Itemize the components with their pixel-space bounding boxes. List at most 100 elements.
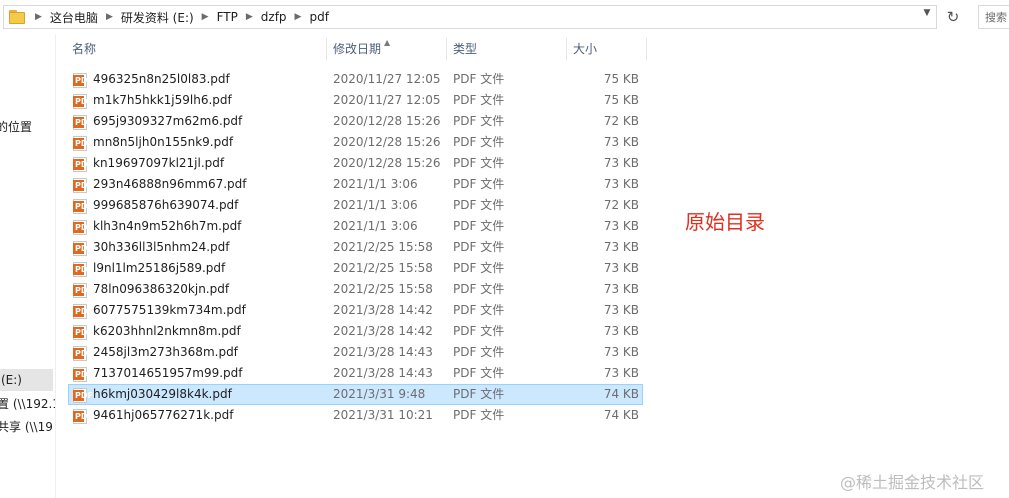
file-row[interactable]: PDF 30h336ll3l5nhm24.pdf 2021/2/25 15:58 PD… — [68, 237, 643, 258]
column-divider[interactable] — [566, 38, 567, 60]
pdf-badge-label: PDF — [75, 412, 93, 421]
column-header-size[interactable]: 大小 — [573, 34, 597, 64]
pdf-file-icon: PDF — [73, 73, 93, 88]
column-divider[interactable] — [446, 38, 447, 60]
file-row[interactable]: PDF 6077575139km734m.pdf 2021/3/28 14:42 PD… — [68, 300, 643, 321]
chevron-down-icon[interactable]: ▼ — [920, 6, 934, 20]
file-name: 7137014651957m99.pdf — [93, 366, 243, 380]
search-input[interactable] — [979, 6, 1009, 28]
file-row[interactable]: PDF k6203hhnl2nkmn8m.pdf 2021/3/28 14:42 PD… — [68, 321, 643, 342]
chevron-right-icon[interactable]: ▶ — [106, 12, 113, 22]
file-type: PDF 文件 — [453, 156, 505, 170]
watermark: @稀土掘金技术社区 — [840, 473, 985, 492]
pdf-badge-label: PDF — [75, 160, 93, 169]
chevron-right-icon[interactable]: ▶ — [246, 12, 253, 22]
file-row[interactable]: PDF l9nl1lm25186j589.pdf 2021/2/25 15:58 PD… — [68, 258, 643, 279]
file-name: 30h336ll3l5nhm24.pdf — [93, 240, 230, 254]
file-type: PDF 文件 — [453, 72, 505, 86]
file-type: PDF 文件 — [453, 135, 505, 149]
file-row[interactable]: PDF 999685876h639074.pdf 2021/1/1 3:06 PDF … — [68, 195, 643, 216]
pdf-file-icon: PDF — [73, 304, 93, 319]
file-size: 72 KB — [603, 198, 639, 212]
file-row[interactable]: PDF klh3n4n9m52h6h7m.pdf 2021/1/1 3:06 PDF … — [68, 216, 643, 237]
pdf-file-icon: PDF — [73, 157, 93, 172]
file-date: 2021/1/1 3:06 — [333, 198, 418, 212]
column-header-name[interactable]: 名称 — [72, 34, 96, 64]
file-row[interactable]: PDF 2458jl3m273h368m.pdf 2021/3/28 14:43 PD… — [68, 342, 643, 363]
file-name: 999685876h639074.pdf — [93, 198, 239, 212]
file-date: 2021/3/28 14:42 — [333, 303, 433, 317]
breadcrumb-drive[interactable]: 研发资料 (E:) — [121, 9, 194, 26]
pdf-file-icon: PDF — [73, 220, 93, 235]
pdf-file-icon: PDF — [73, 115, 93, 130]
pdf-file-icon: PDF — [73, 325, 93, 340]
file-type: PDF 文件 — [453, 198, 505, 212]
breadcrumb-dzfp[interactable]: dzfp — [261, 10, 287, 24]
file-type: PDF 文件 — [453, 240, 505, 254]
pdf-file-icon: PDF — [73, 199, 93, 214]
address-bar[interactable]: ▶ 这台电脑 ▶ 研发资料 (E:) ▶ FTP ▶ dzfp ▶ pdf — [3, 5, 937, 29]
breadcrumb-ftp[interactable]: FTP — [217, 10, 238, 24]
pdf-badge-label: PDF — [75, 349, 93, 358]
file-size: 73 KB — [603, 282, 639, 296]
chevron-right-icon[interactable]: ▶ — [35, 12, 42, 22]
file-row[interactable]: PDF mn8n5ljh0n155nk9.pdf 2020/12/28 15:26 P… — [68, 132, 643, 153]
nav-item-network-1[interactable]: 置 (\\192.1 — [0, 395, 55, 412]
file-size: 75 KB — [603, 93, 639, 107]
file-date: 2021/1/1 3:06 — [333, 219, 418, 233]
pdf-badge-label: PDF — [75, 202, 93, 211]
file-row[interactable]: PDF h6kmj030429l8k4k.pdf 2021/3/31 9:48 PDF… — [68, 384, 643, 405]
pdf-file-icon: PDF — [73, 409, 93, 424]
file-type: PDF 文件 — [453, 177, 505, 191]
refresh-icon[interactable]: ↻ — [941, 5, 965, 29]
file-size: 73 KB — [603, 345, 639, 359]
file-date: 2020/11/27 12:05 — [333, 93, 441, 107]
file-date: 2021/3/28 14:43 — [333, 345, 433, 359]
file-row[interactable]: PDF 9461hj065776271k.pdf 2021/3/31 10:21 PD… — [68, 405, 643, 426]
file-size: 74 KB — [603, 387, 639, 401]
file-type: PDF 文件 — [453, 303, 505, 317]
column-header-date[interactable]: 修改日期 — [333, 34, 381, 64]
nav-item-network-2[interactable]: 共享 (\\19 — [0, 418, 53, 435]
column-header-type[interactable]: 类型 — [453, 34, 477, 64]
file-type: PDF 文件 — [453, 114, 505, 128]
file-size: 73 KB — [603, 156, 639, 170]
file-size: 73 KB — [603, 135, 639, 149]
pdf-badge-label: PDF — [75, 223, 93, 232]
nav-item-drive-e[interactable]: (E:) — [0, 369, 53, 391]
file-date: 2021/3/28 14:43 — [333, 366, 433, 380]
chevron-right-icon[interactable]: ▶ — [202, 12, 209, 22]
file-row[interactable]: PDF kn19697097kl21jl.pdf 2020/12/28 15:26 P… — [68, 153, 643, 174]
file-row[interactable]: PDF 7137014651957m99.pdf 2021/3/28 14:43 PD… — [68, 363, 643, 384]
pdf-file-icon: PDF — [73, 178, 93, 193]
file-row[interactable]: PDF m1k7h5hkk1j59lh6.pdf 2020/11/27 12:05 P… — [68, 90, 643, 111]
file-row[interactable]: PDF 695j9309327m62m6.pdf 2020/12/28 15:26 P… — [68, 111, 643, 132]
file-size: 72 KB — [603, 114, 639, 128]
breadcrumb-this-pc[interactable]: 这台电脑 — [50, 9, 98, 26]
file-date: 2021/3/28 14:42 — [333, 324, 433, 338]
column-divider[interactable] — [646, 38, 647, 60]
search-field[interactable] — [978, 5, 1009, 29]
pdf-badge-label: PDF — [75, 286, 93, 295]
file-date: 2020/12/28 15:26 — [333, 135, 441, 149]
pdf-badge-label: PDF — [75, 391, 93, 400]
nav-item-locations[interactable]: 的位置 — [0, 118, 32, 135]
file-date: 2021/1/1 3:06 — [333, 177, 418, 191]
file-row[interactable]: PDF 78ln096386320kjn.pdf 2021/2/25 15:58 PD… — [68, 279, 643, 300]
pdf-badge-label: PDF — [75, 328, 93, 337]
breadcrumb-pdf[interactable]: pdf — [309, 10, 328, 24]
file-row[interactable]: PDF 496325n8n25l0l83.pdf 2020/11/27 12:05 P… — [68, 69, 643, 90]
pdf-badge-label: PDF — [75, 181, 93, 190]
file-name: 6077575139km734m.pdf — [93, 303, 246, 317]
column-divider[interactable] — [326, 38, 327, 60]
chevron-right-icon[interactable]: ▶ — [295, 12, 302, 22]
file-type: PDF 文件 — [453, 261, 505, 275]
pdf-badge-label: PDF — [75, 244, 93, 253]
pdf-file-icon: PDF — [73, 283, 93, 298]
folder-icon — [9, 9, 27, 25]
file-date: 2021/2/25 15:58 — [333, 240, 433, 254]
file-row[interactable]: PDF 293n46888n96mm67.pdf 2021/1/1 3:06 PDF … — [68, 174, 643, 195]
file-date: 2020/11/27 12:05 — [333, 72, 441, 86]
file-name: 496325n8n25l0l83.pdf — [93, 72, 230, 86]
file-name: k6203hhnl2nkmn8m.pdf — [93, 324, 241, 338]
